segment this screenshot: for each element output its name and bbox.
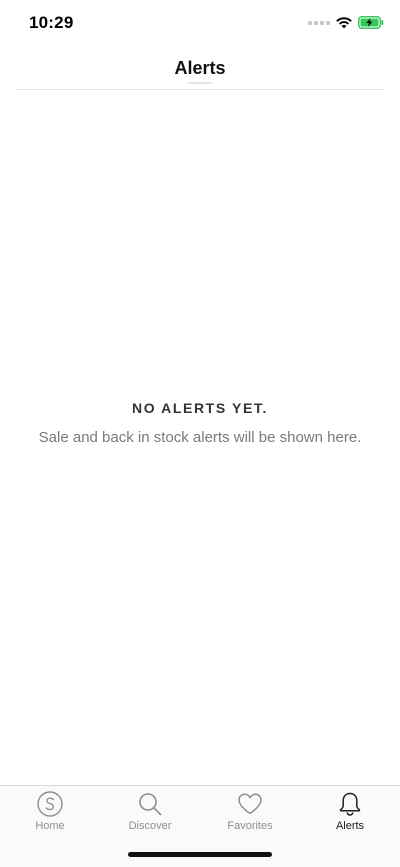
bell-icon [339, 792, 361, 816]
title-underline [188, 82, 212, 84]
wifi-icon [336, 16, 352, 28]
header-divider [16, 89, 384, 90]
tab-alerts[interactable]: Alerts [300, 790, 400, 838]
nav-header: Alerts [0, 48, 400, 90]
tab-favorites-label: Favorites [227, 820, 273, 832]
cellular-signal-icon [308, 20, 330, 25]
empty-state-title: NO ALERTS YET. [132, 400, 268, 416]
home-indicator [128, 852, 272, 857]
tab-home-label: Home [35, 820, 65, 832]
tab-discover-label: Discover [128, 820, 172, 832]
battery-charging-icon [358, 16, 384, 29]
tab-alerts-label: Alerts [335, 820, 365, 832]
status-icons [308, 16, 384, 29]
shop-logo-icon [37, 791, 63, 817]
empty-state-subtitle: Sale and back in stock alerts will be sh… [38, 429, 362, 446]
tab-favorites[interactable]: Favorites [200, 790, 300, 838]
search-icon [139, 793, 162, 816]
empty-state: NO ALERTS YET. Sale and back in stock al… [0, 400, 400, 446]
page-title: Alerts [174, 58, 226, 78]
tab-home[interactable]: Home [0, 790, 100, 838]
tab-discover[interactable]: Discover [100, 790, 200, 838]
status-bar: 10:29 [0, 0, 400, 48]
status-time: 10:29 [29, 13, 74, 32]
heart-icon [238, 793, 262, 815]
